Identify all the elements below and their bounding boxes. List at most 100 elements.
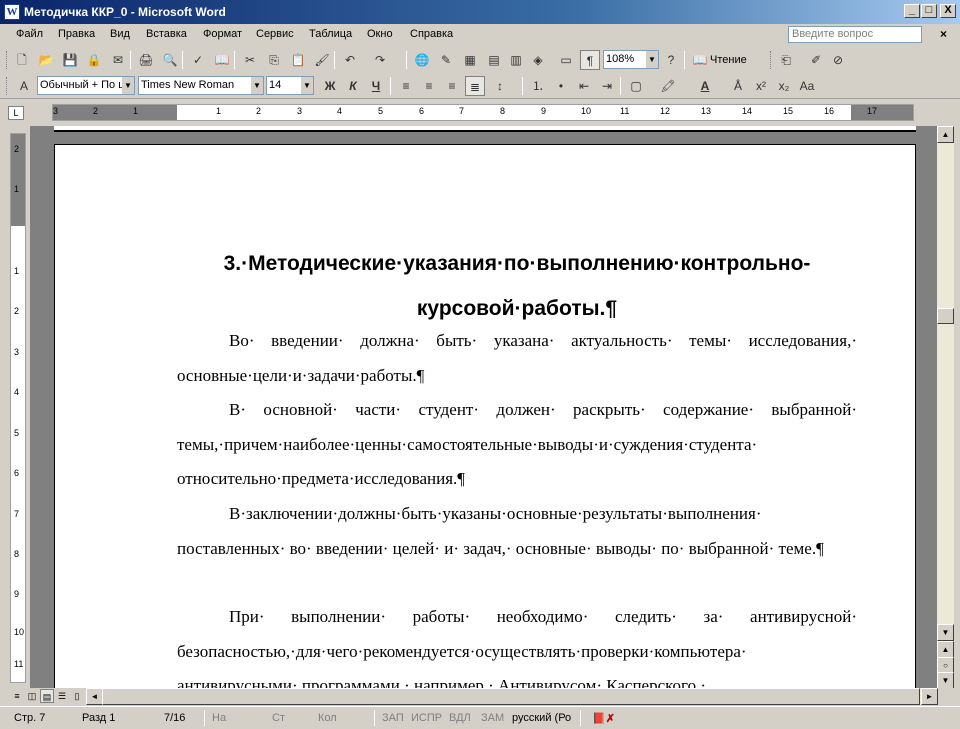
show-formatting-icon[interactable]: ¶ xyxy=(580,50,600,70)
horizontal-scroll-thumb[interactable] xyxy=(102,688,920,705)
underline-button[interactable]: Ч xyxy=(366,76,386,96)
cut-icon[interactable]: ✂ xyxy=(240,50,260,70)
status-track-changes[interactable]: ИСПР xyxy=(411,712,442,724)
columns-icon[interactable]: ▥ xyxy=(506,50,526,70)
bullets-icon[interactable]: • xyxy=(551,76,571,96)
font-size-select[interactable]: 14 ▼ xyxy=(266,76,314,95)
bold-button[interactable]: Ж xyxy=(320,76,340,96)
toolbar-grip[interactable] xyxy=(770,51,773,69)
character-scale-icon[interactable]: Å xyxy=(728,76,748,96)
font-select[interactable]: Times New Roman ▼ xyxy=(138,76,264,95)
menu-edit[interactable]: Правка xyxy=(58,28,95,40)
paragraph[interactable]: Во· введении· должна· быть· указана· акт… xyxy=(177,324,857,393)
paste-icon[interactable]: 📋 xyxy=(288,50,308,70)
decrease-indent-icon[interactable]: ⇤ xyxy=(574,76,594,96)
word-app-icon[interactable]: W xyxy=(4,4,20,20)
spelling-icon[interactable]: ✓ xyxy=(188,50,208,70)
increase-indent-icon[interactable]: ⇥ xyxy=(597,76,617,96)
align-left-icon[interactable]: ≡ xyxy=(396,76,416,96)
copy-icon[interactable]: ⎘ xyxy=(264,50,284,70)
scroll-thumb[interactable] xyxy=(937,308,954,324)
subscript-button[interactable]: x₂ xyxy=(774,76,794,96)
status-language[interactable]: русский (Ро xyxy=(512,712,571,724)
next-page-icon[interactable]: ▼ xyxy=(937,672,954,689)
vertical-ruler[interactable]: 2 1 1 2 3 4 5 6 7 8 9 10 11 xyxy=(10,133,26,683)
email-icon[interactable]: ✉ xyxy=(108,50,128,70)
redo-icon[interactable]: ↷ xyxy=(370,50,390,70)
horizontal-scrollbar[interactable]: ◄ ► xyxy=(86,688,938,705)
scroll-left-icon[interactable]: ◄ xyxy=(86,688,103,705)
status-record-macro[interactable]: ЗАП xyxy=(382,712,404,724)
help-icon[interactable]: ? xyxy=(661,50,681,70)
menu-help[interactable]: Справка xyxy=(410,28,453,40)
minimize-button[interactable]: _ xyxy=(904,4,920,18)
menu-table[interactable]: Таблица xyxy=(309,28,352,40)
menu-format[interactable]: Формат xyxy=(203,28,242,40)
print-preview-icon[interactable]: 🔍 xyxy=(160,50,180,70)
tab-selector-icon[interactable]: L xyxy=(8,106,24,120)
document-page[interactable]: 3.·Методические·указания·по·выполнению·к… xyxy=(54,144,916,688)
highlight-icon[interactable]: 🖍 xyxy=(658,76,678,96)
style-select[interactable]: Обычный + По ц ▼ xyxy=(37,76,135,95)
save-icon[interactable]: 💾 xyxy=(60,50,80,70)
change-case-icon[interactable]: Aa xyxy=(797,76,817,96)
chevron-down-icon[interactable]: ▼ xyxy=(646,51,658,68)
permission-icon[interactable]: 🔒 xyxy=(84,50,104,70)
scroll-up-icon[interactable]: ▲ xyxy=(937,126,954,143)
maximize-button[interactable]: □ xyxy=(921,4,937,18)
menu-tools[interactable]: Сервис xyxy=(256,28,294,40)
horizontal-ruler[interactable]: 3 2 1 1 2 3 4 5 6 7 8 9 10 11 12 13 14 1… xyxy=(52,104,914,121)
document-close-button[interactable]: × xyxy=(940,27,947,41)
insert-excel-icon[interactable]: ▤ xyxy=(484,50,504,70)
web-view-icon[interactable]: ◫ xyxy=(25,689,39,703)
zoom-select[interactable]: 108% ▼ xyxy=(603,50,659,69)
hyperlink-icon[interactable]: 🌐 xyxy=(412,50,432,70)
status-overtype[interactable]: ЗАМ xyxy=(481,712,504,724)
undo-icon[interactable]: ↶ xyxy=(340,50,360,70)
outline-view-icon[interactable]: ☰ xyxy=(55,689,69,703)
document-map-icon[interactable]: ▭ xyxy=(556,50,576,70)
menu-window[interactable]: Окно xyxy=(367,28,393,40)
spelling-status-icon[interactable]: 📕✗ xyxy=(592,712,615,725)
tables-borders-icon[interactable]: ✎ xyxy=(436,50,456,70)
scroll-right-icon[interactable]: ► xyxy=(921,688,938,705)
normal-view-icon[interactable]: ≡ xyxy=(10,689,24,703)
research-icon[interactable]: 📖 xyxy=(212,50,232,70)
previous-page-icon[interactable]: ▲ xyxy=(937,641,954,658)
track-changes-icon[interactable]: ✐ xyxy=(806,50,826,70)
section-heading[interactable]: 3.·Методические·указания·по·выполнению·к… xyxy=(177,241,857,331)
menu-file[interactable]: Файл xyxy=(16,28,43,40)
reject-change-icon[interactable]: ⊘ xyxy=(828,50,848,70)
font-color-button[interactable]: А xyxy=(695,76,715,96)
format-painter-icon[interactable]: 🖌 xyxy=(312,50,332,70)
superscript-button[interactable]: x² xyxy=(751,76,771,96)
toolbar-grip[interactable] xyxy=(6,51,9,69)
drawing-icon[interactable]: ◈ xyxy=(528,50,548,70)
borders-icon[interactable]: ▢ xyxy=(626,76,646,96)
align-right-icon[interactable]: ≡ xyxy=(442,76,462,96)
paragraph[interactable]: В· основной· части· студент· должен· рас… xyxy=(177,393,857,497)
chevron-down-icon[interactable]: ▼ xyxy=(122,77,134,94)
reading-button-label[interactable]: Чтение xyxy=(710,54,747,66)
toolbar-grip[interactable] xyxy=(6,77,9,95)
chevron-down-icon[interactable]: ▼ xyxy=(251,77,263,94)
reading-view-icon[interactable]: ▯ xyxy=(70,689,84,703)
styles-icon[interactable]: A xyxy=(14,76,34,96)
chevron-down-icon[interactable]: ▼ xyxy=(301,77,313,94)
italic-button[interactable]: К xyxy=(343,76,363,96)
scroll-down-icon[interactable]: ▼ xyxy=(937,624,954,641)
line-spacing-icon[interactable]: ↕ xyxy=(490,76,510,96)
reading-layout-icon[interactable]: 📖 xyxy=(690,50,710,70)
print-layout-view-icon[interactable]: ▤ xyxy=(40,689,54,703)
close-button[interactable]: X xyxy=(940,4,956,18)
numbering-icon[interactable]: ⒈ xyxy=(528,76,548,96)
menu-view[interactable]: Вид xyxy=(110,28,130,40)
menu-insert[interactable]: Вставка xyxy=(146,28,187,40)
compare-icon[interactable]: ⎗ xyxy=(776,50,796,70)
paragraph[interactable]: В·заключении·должны·быть·указаны·основны… xyxy=(177,497,857,566)
insert-table-icon[interactable]: ▦ xyxy=(460,50,480,70)
print-icon[interactable]: 🖨 xyxy=(136,50,156,70)
align-center-icon[interactable]: ≡ xyxy=(419,76,439,96)
document-area[interactable]: 3.·Методические·указания·по·выполнению·к… xyxy=(30,126,937,688)
justify-icon[interactable]: ≣ xyxy=(465,76,485,96)
